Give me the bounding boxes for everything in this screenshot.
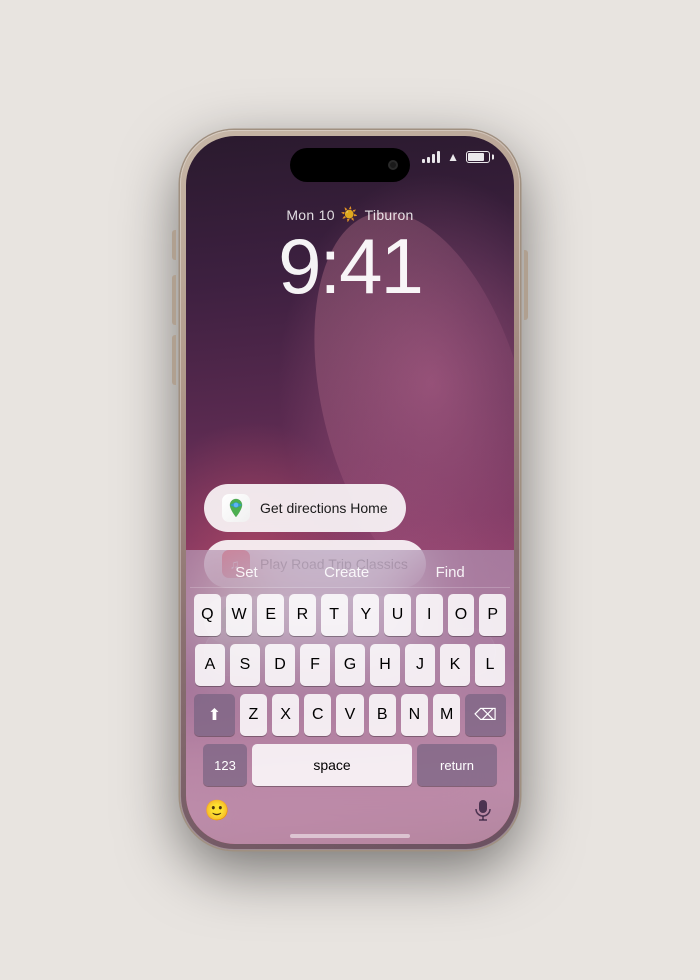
date-weather-row: Mon 10 ☀️ Tiburon: [286, 206, 413, 223]
keyboard-bottom-row: 🙂: [190, 786, 510, 828]
key-f[interactable]: F: [300, 644, 330, 686]
suggestion-set[interactable]: Set: [235, 564, 258, 581]
key-j[interactable]: J: [405, 644, 435, 686]
key-q[interactable]: Q: [194, 594, 221, 636]
power-button[interactable]: [524, 250, 528, 320]
backspace-key[interactable]: ⌫: [465, 694, 506, 736]
lock-screen-content: Mon 10 ☀️ Tiburon 9:41: [186, 206, 514, 305]
suggestion-create[interactable]: Create: [324, 564, 369, 581]
clock-display: 9:41: [278, 227, 422, 305]
key-row-2: A S D F G H J K L: [194, 644, 506, 686]
key-w[interactable]: W: [226, 594, 253, 636]
key-m[interactable]: M: [433, 694, 460, 736]
key-i[interactable]: I: [416, 594, 443, 636]
sun-icon: ☀️: [341, 206, 359, 223]
key-n[interactable]: N: [401, 694, 428, 736]
dynamic-island: [290, 148, 410, 182]
key-v[interactable]: V: [336, 694, 363, 736]
key-s[interactable]: S: [230, 644, 260, 686]
mic-key[interactable]: [468, 792, 498, 828]
space-key[interactable]: space: [252, 744, 412, 786]
numbers-key[interactable]: 123: [203, 744, 247, 786]
phone-screen: ▲ Mon 10 ☀️ Tiburon 9:41: [186, 136, 514, 844]
home-indicator[interactable]: [290, 834, 410, 838]
suggestion-directions-label: Get directions Home: [260, 500, 388, 516]
return-key[interactable]: return: [417, 744, 497, 786]
volume-up-button[interactable]: [172, 275, 176, 325]
battery-icon: [466, 151, 490, 163]
key-u[interactable]: U: [384, 594, 411, 636]
keyboard-rows: Q W E R T Y U I O P A S D F G: [190, 594, 510, 786]
location-label: Tiburon: [365, 207, 414, 223]
key-row-1: Q W E R T Y U I O P: [194, 594, 506, 636]
key-x[interactable]: X: [272, 694, 299, 736]
suggestion-find[interactable]: Find: [436, 564, 465, 581]
keyboard-predictions: Set Create Find: [190, 558, 510, 588]
key-l[interactable]: L: [475, 644, 505, 686]
signal-icon: [422, 151, 440, 163]
key-y[interactable]: Y: [353, 594, 380, 636]
mute-button[interactable]: [172, 230, 176, 260]
key-k[interactable]: K: [440, 644, 470, 686]
key-p[interactable]: P: [479, 594, 506, 636]
key-row-3: ⬆ Z X C V B N M ⌫: [194, 694, 506, 736]
key-h[interactable]: H: [370, 644, 400, 686]
volume-down-button[interactable]: [172, 335, 176, 385]
status-icons: ▲: [422, 150, 490, 164]
suggestion-directions[interactable]: Get directions Home: [204, 484, 406, 532]
key-z[interactable]: Z: [240, 694, 267, 736]
phone-frame: ▲ Mon 10 ☀️ Tiburon 9:41: [180, 130, 520, 850]
key-row-4: 123 space return: [194, 744, 506, 786]
key-e[interactable]: E: [257, 594, 284, 636]
key-g[interactable]: G: [335, 644, 365, 686]
wifi-icon: ▲: [447, 150, 459, 164]
key-b[interactable]: B: [369, 694, 396, 736]
key-d[interactable]: D: [265, 644, 295, 686]
key-c[interactable]: C: [304, 694, 331, 736]
date-label: Mon 10: [286, 207, 335, 223]
key-o[interactable]: O: [448, 594, 475, 636]
key-t[interactable]: T: [321, 594, 348, 636]
key-a[interactable]: A: [195, 644, 225, 686]
camera-dot: [388, 160, 398, 170]
maps-app-icon: [222, 494, 250, 522]
key-r[interactable]: R: [289, 594, 316, 636]
emoji-key[interactable]: 🙂: [202, 792, 232, 828]
keyboard: Set Create Find Q W E R T Y U I O P: [186, 550, 514, 844]
shift-key[interactable]: ⬆: [194, 694, 235, 736]
